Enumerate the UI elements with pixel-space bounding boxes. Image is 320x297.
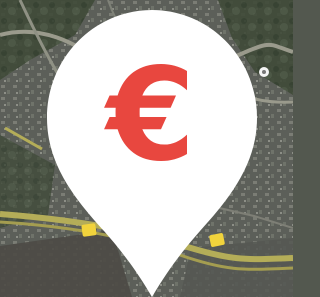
map-view[interactable]: € [0, 0, 293, 297]
euro-icon: € [106, 41, 196, 190]
